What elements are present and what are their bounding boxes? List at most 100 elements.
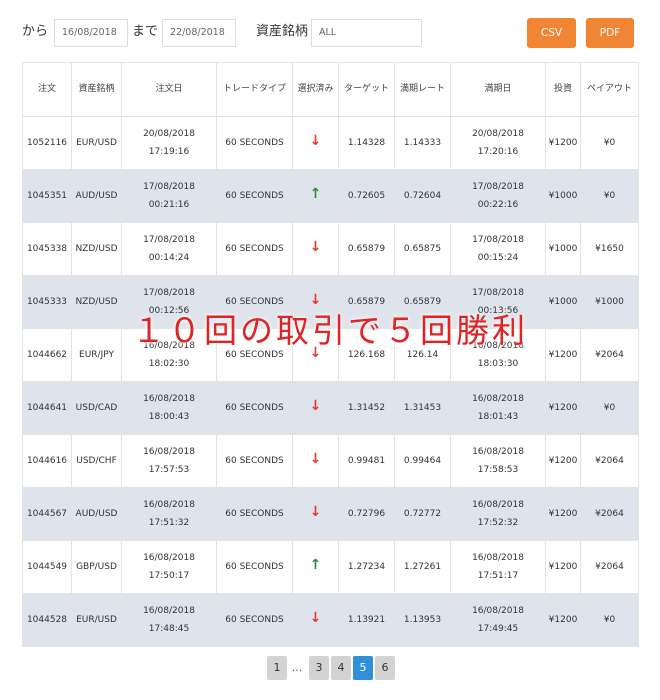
expiry-date-cell: 16/08/2018 18:03:30 — [450, 328, 546, 382]
header-asset: 資産銘柄 — [71, 62, 122, 117]
order-id: 1044662 — [26, 350, 68, 360]
trade-type: 60 SECONDS — [225, 456, 284, 466]
target-rate: 0.72605 — [347, 191, 386, 201]
asset-cell: EUR/USD — [71, 116, 122, 170]
header-expiry-rate: 満期レート — [394, 62, 451, 117]
expiry-date: 17/08/2018 — [472, 288, 524, 298]
expiry-rate-cell: 0.65875 — [394, 222, 451, 276]
investment-cell: ¥1000 — [545, 275, 581, 329]
arrow-down-icon: ↓ — [309, 292, 322, 308]
table-row: 1052116 EUR/USD 20/08/2018 17:19:16 60 SECON… — [22, 116, 639, 170]
table-row: 1044641 USD/CAD 16/08/2018 18:00:43 60 SECON… — [22, 381, 639, 435]
page-3-button[interactable]: 3 — [309, 656, 329, 680]
payout-amount: ¥1650 — [595, 244, 624, 254]
direction-cell: ↓ — [292, 593, 339, 647]
trade-type: 60 SECONDS — [225, 615, 284, 625]
asset-name: EUR/JPY — [79, 350, 114, 360]
arrow-down-icon: ↓ — [309, 239, 322, 255]
payout-cell: ¥0 — [580, 593, 639, 647]
order-id-cell: 1044641 — [22, 381, 72, 435]
page-1-button[interactable]: 1 — [267, 656, 287, 680]
trade-type: 60 SECONDS — [225, 562, 284, 572]
order-date: 16/08/2018 — [143, 553, 195, 563]
expiry-date: 16/08/2018 — [472, 500, 524, 510]
target-rate: 1.13921 — [347, 615, 386, 625]
payout-cell: ¥1650 — [580, 222, 639, 276]
target-cell: 1.13921 — [338, 593, 395, 647]
header-expiry-date: 満期日 — [450, 62, 546, 117]
investment-amount: ¥1200 — [548, 138, 578, 148]
direction-cell: ↓ — [292, 328, 339, 382]
trade-type-cell: 60 SECONDS — [216, 434, 293, 488]
expiry-time: 00:22:16 — [477, 200, 519, 210]
expiry-rate-cell: 0.99464 — [394, 434, 451, 488]
expiry-date-cell: 17/08/2018 00:15:24 — [450, 222, 546, 276]
order-date-cell: 16/08/2018 18:02:30 — [121, 328, 217, 382]
expiry-date: 17/08/2018 — [472, 182, 524, 192]
trade-type-cell: 60 SECONDS — [216, 169, 293, 223]
header-order: 注文 — [22, 62, 72, 117]
expiry-rate-cell: 1.13953 — [394, 593, 451, 647]
expiry-rate: 0.72772 — [403, 509, 442, 519]
expiry-rate-cell: 1.27261 — [394, 540, 451, 594]
order-id-cell: 1044616 — [22, 434, 72, 488]
investment-cell: ¥1200 — [545, 540, 581, 594]
header-payout: ペイアウト — [580, 62, 639, 117]
expiry-time: 17:51:17 — [477, 571, 519, 581]
expiry-time: 00:15:24 — [477, 253, 519, 263]
expiry-time: 17:20:16 — [477, 147, 519, 157]
investment-amount: ¥1000 — [548, 191, 578, 201]
expiry-date-cell: 17/08/2018 00:13:56 — [450, 275, 546, 329]
investment-cell: ¥1200 — [545, 593, 581, 647]
target-rate: 1.14328 — [347, 138, 386, 148]
header-investment: 投資 — [545, 62, 581, 117]
order-date: 16/08/2018 — [143, 606, 195, 616]
investment-cell: ¥1000 — [545, 222, 581, 276]
order-time: 18:00:43 — [148, 412, 190, 422]
pdf-button[interactable]: PDF — [586, 18, 634, 48]
trade-history-table: 注文 資産銘柄 注文日 トレードタイプ 選択済み ターゲット 満期レート 満期日… — [22, 62, 639, 647]
order-date: 20/08/2018 — [143, 129, 195, 139]
order-id: 1044528 — [26, 615, 68, 625]
from-label: から — [22, 24, 49, 39]
payout-cell: ¥0 — [580, 116, 639, 170]
expiry-date: 16/08/2018 — [472, 394, 524, 404]
expiry-date-cell: 17/08/2018 00:22:16 — [450, 169, 546, 223]
page-4-button[interactable]: 4 — [331, 656, 351, 680]
order-date: 17/08/2018 — [143, 235, 195, 245]
from-date-input[interactable]: 16/08/2018 — [54, 19, 128, 47]
order-date: 17/08/2018 — [143, 288, 195, 298]
expiry-rate: 0.65875 — [403, 244, 442, 254]
trade-type: 60 SECONDS — [225, 138, 284, 148]
page-6-button[interactable]: 6 — [375, 656, 395, 680]
payout-cell: ¥2064 — [580, 434, 639, 488]
asset-cell: USD/CAD — [71, 381, 122, 435]
target-cell: 1.27234 — [338, 540, 395, 594]
asset-select[interactable]: ALL — [311, 19, 422, 47]
page-5-button[interactable]: 5 — [353, 656, 373, 680]
arrow-down-icon: ↓ — [309, 133, 322, 149]
order-time: 17:51:32 — [148, 518, 190, 528]
csv-button[interactable]: CSV — [527, 18, 576, 48]
investment-amount: ¥1200 — [548, 562, 578, 572]
pagination-ellipsis: ... — [291, 661, 303, 674]
order-id: 1044567 — [26, 509, 68, 519]
order-date-cell: 16/08/2018 18:00:43 — [121, 381, 217, 435]
order-date-cell: 17/08/2018 00:21:16 — [121, 169, 217, 223]
asset-cell: NZD/USD — [71, 222, 122, 276]
order-date-cell: 17/08/2018 00:12:56 — [121, 275, 217, 329]
order-date-cell: 16/08/2018 17:50:17 — [121, 540, 217, 594]
expiry-rate: 0.65879 — [403, 297, 442, 307]
trade-type-cell: 60 SECONDS — [216, 222, 293, 276]
to-date-input[interactable]: 22/08/2018 — [162, 19, 236, 47]
target-cell: 126.168 — [338, 328, 395, 382]
order-date: 16/08/2018 — [143, 500, 195, 510]
asset-name: AUD/USD — [75, 509, 118, 519]
expiry-time: 17:49:45 — [477, 624, 519, 634]
direction-cell: ↓ — [292, 434, 339, 488]
target-rate: 0.65879 — [347, 297, 386, 307]
expiry-date-cell: 16/08/2018 17:51:17 — [450, 540, 546, 594]
expiry-date-cell: 16/08/2018 17:58:53 — [450, 434, 546, 488]
table-header-row: 注文 資産銘柄 注文日 トレードタイプ 選択済み ターゲット 満期レート 満期日… — [22, 62, 639, 117]
trade-type: 60 SECONDS — [225, 297, 284, 307]
